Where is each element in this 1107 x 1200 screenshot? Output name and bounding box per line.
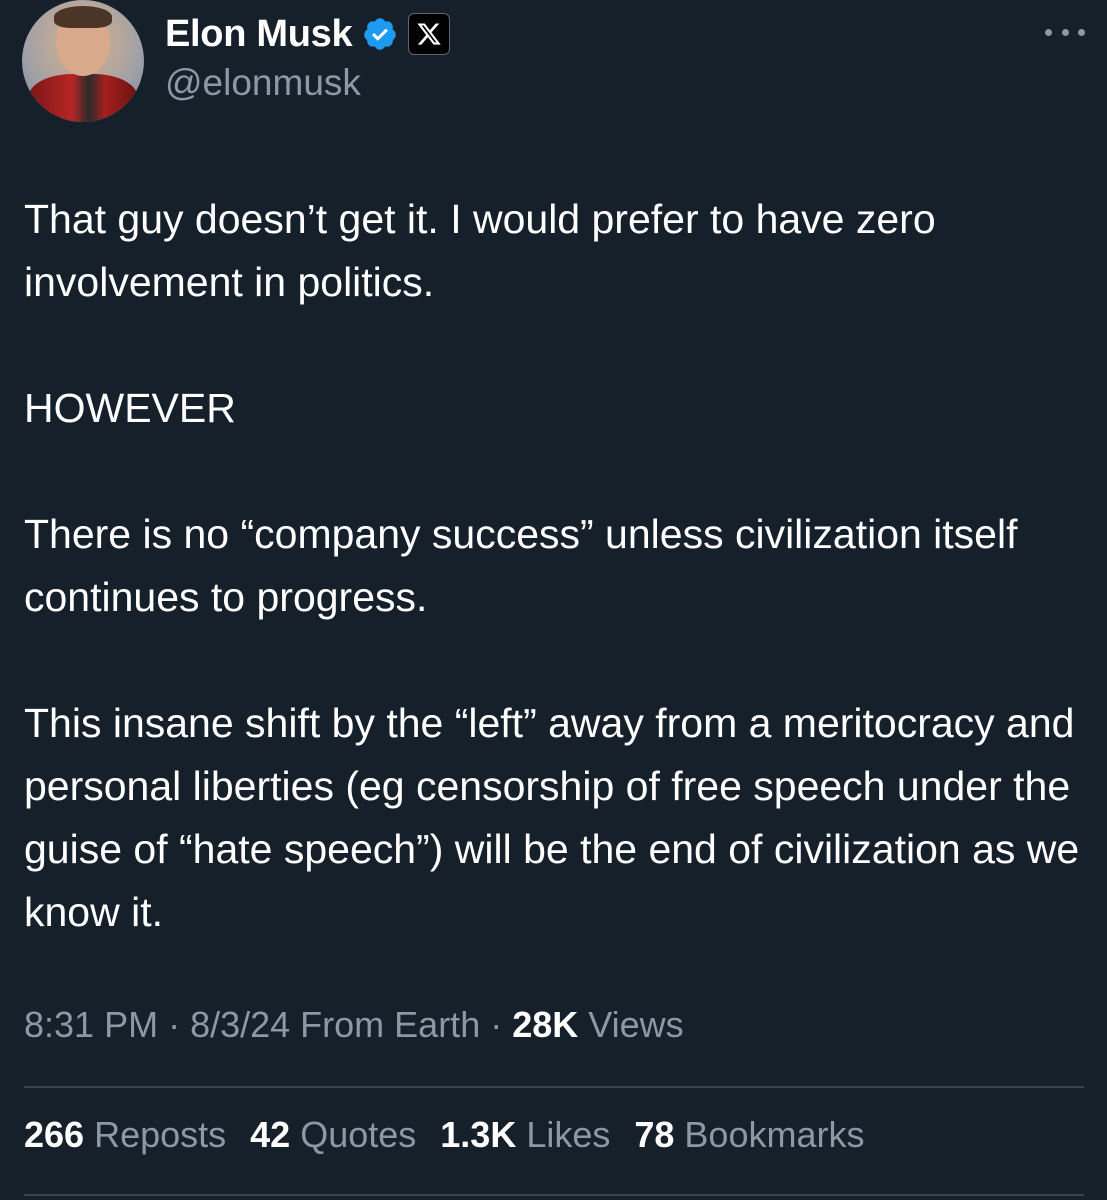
views-count[interactable]: 28K bbox=[512, 1004, 578, 1045]
quotes-stat[interactable]: 42 Quotes bbox=[250, 1114, 416, 1156]
paragraph-spacer bbox=[24, 314, 1084, 377]
more-dot bbox=[1045, 28, 1052, 36]
bookmarks-label: Bookmarks bbox=[674, 1114, 865, 1155]
paragraph-spacer bbox=[24, 629, 1084, 692]
quotes-label: Quotes bbox=[290, 1114, 417, 1155]
tweet-header: Elon Musk @elonmusk bbox=[22, 0, 1085, 125]
bookmarks-stat[interactable]: 78 Bookmarks bbox=[634, 1114, 864, 1156]
more-dot bbox=[1078, 28, 1085, 36]
tweet-source: From Earth bbox=[290, 1004, 481, 1045]
divider bbox=[24, 1194, 1084, 1196]
tweet-time[interactable]: 8:31 PM bbox=[24, 1004, 158, 1045]
author-display-name[interactable]: Elon Musk bbox=[165, 13, 353, 56]
tweet-meta: 8:31 PM · 8/3/24 From Earth · 28K Views bbox=[24, 1004, 684, 1046]
tweet-paragraph: That guy doesn’t get it. I would prefer … bbox=[24, 196, 936, 305]
avatar[interactable] bbox=[22, 0, 144, 122]
more-options-icon[interactable] bbox=[1045, 22, 1085, 42]
tweet-paragraph: There is no “company success” unless civ… bbox=[24, 511, 1018, 620]
engagement-stats: 266 Reposts 42 Quotes 1.3K Likes 78 Book… bbox=[24, 1114, 864, 1156]
paragraph-spacer bbox=[24, 440, 1084, 503]
verified-badge-icon[interactable] bbox=[362, 16, 398, 52]
quotes-count: 42 bbox=[250, 1114, 291, 1155]
avatar-body-shape bbox=[28, 74, 138, 122]
more-dot bbox=[1061, 28, 1069, 36]
tweet-text: That guy doesn’t get it. I would prefer … bbox=[24, 188, 1084, 944]
meta-separator: · bbox=[480, 1004, 513, 1045]
likes-stat[interactable]: 1.3K Likes bbox=[440, 1114, 610, 1156]
likes-count: 1.3K bbox=[440, 1114, 517, 1155]
tweet-paragraph: This insane shift by the “left” away fro… bbox=[24, 700, 1080, 935]
author-handle[interactable]: @elonmusk bbox=[165, 62, 361, 104]
avatar-hair-shape bbox=[54, 6, 112, 28]
reposts-label: Reposts bbox=[84, 1114, 227, 1155]
meta-separator: · bbox=[158, 1004, 191, 1045]
bookmarks-count: 78 bbox=[634, 1114, 675, 1155]
tweet-paragraph: HOWEVER bbox=[24, 385, 236, 431]
likes-label: Likes bbox=[516, 1114, 611, 1155]
tweet-date[interactable]: 8/3/24 bbox=[190, 1004, 290, 1045]
views-label: Views bbox=[578, 1004, 684, 1045]
x-logo-icon[interactable] bbox=[408, 13, 451, 55]
reposts-stat[interactable]: 266 Reposts bbox=[24, 1114, 226, 1156]
reposts-count: 266 bbox=[24, 1114, 85, 1155]
author-name-row: Elon Musk bbox=[165, 10, 451, 58]
divider bbox=[24, 1086, 1084, 1088]
